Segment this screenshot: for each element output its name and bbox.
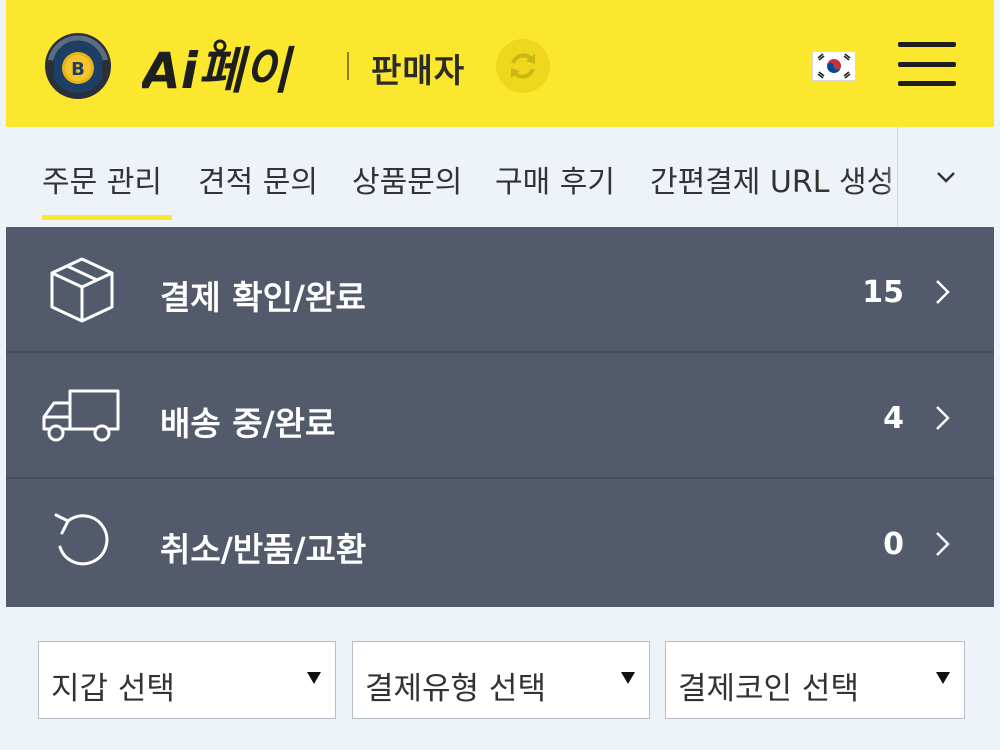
payment-coin-select[interactable]: 결제코인 선택 bbox=[665, 641, 965, 719]
status-count: 4 bbox=[883, 401, 904, 436]
tab-quote-inquiry[interactable]: 견적 문의 bbox=[198, 157, 318, 201]
select-label: 결제유형 선택 bbox=[365, 671, 546, 707]
chevron-down-icon bbox=[937, 172, 955, 183]
refresh-button[interactable] bbox=[496, 39, 550, 93]
status-row-payment[interactable]: 결제 확인/완료 15 bbox=[6, 227, 994, 353]
select-label: 지갑 선택 bbox=[51, 671, 175, 707]
status-label: 취소/반품/교환 bbox=[160, 530, 367, 569]
language-selector[interactable] bbox=[812, 51, 856, 81]
caret-down-icon bbox=[621, 672, 635, 684]
status-row-shipping[interactable]: 배송 중/완료 4 bbox=[6, 353, 994, 479]
order-status-panel: 결제 확인/완료 15 배송 중/완료 4 취소/반품/교환 0 bbox=[6, 227, 994, 607]
bitcoin-badge-icon[interactable]: B bbox=[42, 30, 114, 102]
tab-order-management[interactable]: 주문 관리 bbox=[42, 157, 172, 220]
status-count: 15 bbox=[862, 275, 904, 310]
tab-bar: 주문 관리 견적 문의 상품문의 구매 후기 간편결제 URL 생성 bbox=[6, 127, 994, 227]
payment-type-select[interactable]: 결제유형 선택 bbox=[352, 641, 650, 719]
box-icon bbox=[40, 255, 124, 325]
status-label: 결제 확인/완료 bbox=[160, 278, 366, 317]
status-row-cancel-return[interactable]: 취소/반품/교환 0 bbox=[6, 479, 994, 605]
korea-flag-icon bbox=[813, 52, 855, 80]
caret-down-icon bbox=[936, 672, 950, 684]
role-label: 판매자 bbox=[371, 51, 466, 90]
logo-divider bbox=[347, 52, 349, 80]
app-frame: B Ai페이 판매자 주문 관리 견적 문의 상품문의 구매 후기 간편결제 U… bbox=[6, 0, 994, 750]
brand-logo[interactable]: Ai페이 bbox=[138, 30, 322, 102]
chevron-right-icon bbox=[936, 532, 950, 556]
chevron-right-icon bbox=[936, 280, 950, 304]
app-header: B Ai페이 판매자 bbox=[6, 0, 994, 127]
select-label: 결제코인 선택 bbox=[678, 671, 859, 707]
tab-easy-pay-url[interactable]: 간편결제 URL 생성 bbox=[650, 157, 894, 201]
filter-bar: 지갑 선택 결제유형 선택 결제코인 선택 bbox=[6, 607, 994, 750]
caret-down-icon bbox=[307, 672, 321, 684]
chevron-right-icon bbox=[936, 406, 950, 430]
status-count: 0 bbox=[883, 527, 904, 562]
tab-purchase-review[interactable]: 구매 후기 bbox=[495, 157, 615, 201]
status-label: 배송 중/완료 bbox=[160, 404, 336, 443]
svg-text:B: B bbox=[71, 59, 85, 80]
truck-icon bbox=[40, 381, 124, 451]
wallet-select[interactable]: 지갑 선택 bbox=[38, 641, 336, 719]
undo-icon bbox=[40, 507, 124, 577]
refresh-icon bbox=[511, 53, 535, 79]
tab-product-inquiry[interactable]: 상품문의 bbox=[352, 157, 462, 201]
hamburger-menu-icon[interactable] bbox=[898, 40, 956, 88]
tabs-more-button[interactable] bbox=[898, 127, 994, 227]
